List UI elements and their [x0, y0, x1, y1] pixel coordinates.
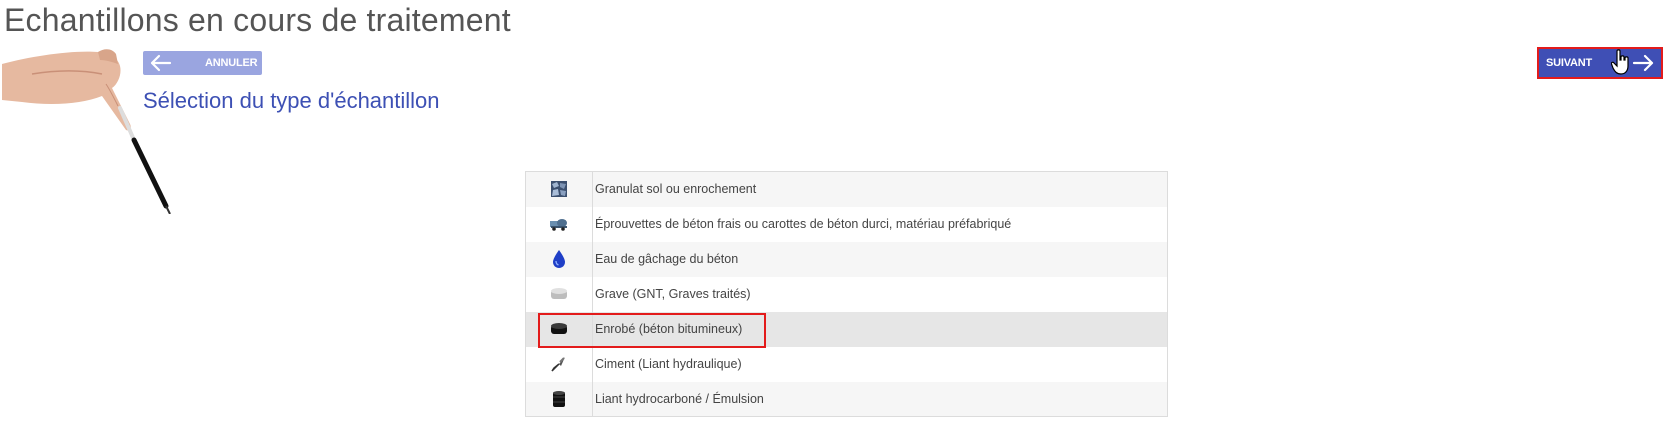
granulate-icon — [551, 181, 567, 198]
sample-type-row-grave[interactable]: Grave (GNT, Graves traités) — [525, 276, 1168, 312]
hand-cursor-icon — [1611, 49, 1629, 75]
sample-type-label: Éprouvettes de béton frais ou carottes d… — [595, 217, 1012, 231]
section-title: Sélection du type d'échantillon — [143, 88, 440, 113]
water-drop-icon — [553, 250, 565, 268]
page-title: Echantillons en cours de traitement — [4, 2, 511, 38]
sample-type-row-enrobe[interactable]: Enrobé (béton bitumineux) — [525, 311, 1168, 347]
sample-type-row-liant[interactable]: Liant hydrocarboné / Émulsion — [525, 381, 1168, 417]
sample-type-label: Ciment (Liant hydraulique) — [595, 357, 742, 371]
sample-type-label: Enrobé (béton bitumineux) — [595, 322, 743, 336]
sample-type-row-ciment[interactable]: Ciment (Liant hydraulique) — [525, 346, 1168, 382]
sample-type-label: Liant hydrocarboné / Émulsion — [595, 391, 764, 406]
next-button[interactable]: SUIVANT — [1537, 47, 1663, 79]
arrow-right-icon — [1632, 54, 1654, 72]
next-button-label: SUIVANT — [1546, 57, 1593, 69]
sample-type-label: Grave (GNT, Graves traités) — [595, 287, 751, 301]
sample-type-row-eau[interactable]: Eau de gâchage du béton — [525, 241, 1168, 277]
sample-type-label: Granulat sol ou enrochement — [595, 182, 757, 197]
barrel-icon — [553, 390, 565, 407]
cancel-button[interactable]: ANNULER — [143, 51, 262, 75]
sample-type-table: Granulat sol ou enrochement Éprouvettes … — [525, 171, 1168, 417]
cancel-button-label: ANNULER — [205, 57, 258, 69]
arrow-left-icon — [150, 54, 172, 72]
sample-type-row-eprouvettes[interactable]: Éprouvettes de béton frais ou carottes d… — [525, 206, 1168, 242]
asphalt-disc-icon — [551, 323, 567, 335]
concrete-mixer-icon — [550, 219, 567, 232]
grave-disc-icon — [551, 288, 567, 300]
sample-type-row-granulat[interactable]: Granulat sol ou enrochement — [525, 171, 1168, 207]
sample-type-label: Eau de gâchage du béton — [595, 252, 739, 266]
trowel-icon — [551, 357, 565, 372]
